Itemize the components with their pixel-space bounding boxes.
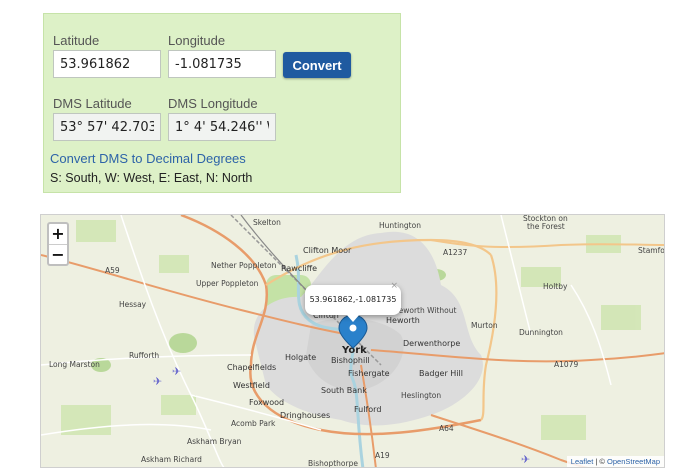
map-view[interactable]: ✈ ✈ ✈ Skelton Huntington Stockton on the… [40, 214, 665, 468]
svg-text:✈: ✈ [172, 366, 181, 378]
dms-longitude-label: DMS Longitude [168, 96, 258, 111]
dms-longitude-output[interactable] [168, 113, 276, 141]
place-label: Holgate [285, 353, 316, 362]
zoom-control: + − [47, 222, 69, 266]
place-label: Huntington [379, 221, 421, 230]
svg-text:✈: ✈ [521, 454, 530, 466]
popup-tip [346, 314, 360, 322]
place-label: Stamford [638, 246, 665, 255]
place-label: Dunnington [519, 328, 563, 337]
place-label: South Bank [321, 386, 367, 395]
longitude-label: Longitude [168, 33, 226, 48]
svg-text:✈: ✈ [153, 376, 162, 388]
zoom-in-button[interactable]: + [49, 224, 67, 244]
place-label: Holtby [543, 282, 568, 291]
convert-button[interactable]: Convert [283, 52, 351, 78]
place-label: Heslington [401, 391, 441, 400]
convert-dms-link[interactable]: Convert DMS to Decimal Degrees [50, 151, 246, 166]
longitude-input[interactable] [168, 50, 276, 78]
marker-popup: 53.961862,-1.081735 × [305, 281, 401, 322]
dms-latitude-label: DMS Latitude [53, 96, 132, 111]
direction-legend: S: South, W: West, E: East, N: North [50, 171, 253, 185]
place-label: A1237 [443, 248, 467, 257]
zoom-out-button[interactable]: − [49, 244, 67, 264]
place-label: Dringhouses [280, 411, 330, 420]
place-label: Fishergate [348, 369, 390, 378]
place-label: Clifton Moor [303, 246, 352, 255]
popup-close-icon[interactable]: × [390, 276, 398, 296]
coordinate-form: Latitude Longitude Convert DMS Latitude … [43, 13, 401, 193]
place-label: Chapelfields [227, 363, 276, 372]
place-label: Murton [471, 321, 498, 330]
place-label: Hessay [119, 300, 147, 309]
place-label: A64 [439, 424, 454, 433]
place-label: Bishophill [331, 356, 370, 365]
place-label: Foxwood [249, 398, 284, 407]
latitude-input[interactable] [53, 50, 161, 78]
map-tiles: ✈ ✈ ✈ Skelton Huntington Stockton on the… [41, 215, 665, 468]
place-label: Heworth Without [393, 306, 457, 315]
map-attribution: Leaflet | © OpenStreetMap [566, 456, 664, 467]
place-label: Fulford [354, 405, 381, 414]
place-label: Long Marston [49, 360, 100, 369]
place-label: Skelton [253, 218, 281, 227]
place-label: Askham Richard [141, 455, 202, 464]
place-label: A59 [105, 266, 120, 275]
place-label: A19 [375, 451, 390, 460]
place-label: Westfield [233, 381, 270, 390]
popup-coordinates: 53.961862,-1.081735 [309, 295, 397, 304]
place-label: A1079 [554, 360, 578, 369]
place-label: the Forest [527, 222, 565, 231]
place-label: Askham Bryan [187, 437, 242, 446]
latitude-label: Latitude [53, 33, 100, 48]
place-label: Derwenthorpe [403, 339, 460, 348]
place-label: Rawcliffe [281, 264, 317, 273]
openstreetmap-link[interactable]: OpenStreetMap [607, 457, 660, 466]
place-label: Rufforth [129, 351, 159, 360]
place-label: Badger Hill [419, 369, 463, 378]
place-label: Bishopthorpe [308, 459, 358, 468]
attribution-separator: | © [593, 457, 608, 466]
dms-latitude-output[interactable] [53, 113, 161, 141]
place-label: Nether Poppleton [211, 261, 277, 270]
place-label: Acomb Park [231, 419, 276, 428]
place-label: Upper Poppleton [196, 279, 259, 288]
leaflet-link[interactable]: Leaflet [571, 457, 594, 466]
place-label: Heworth [386, 316, 420, 325]
